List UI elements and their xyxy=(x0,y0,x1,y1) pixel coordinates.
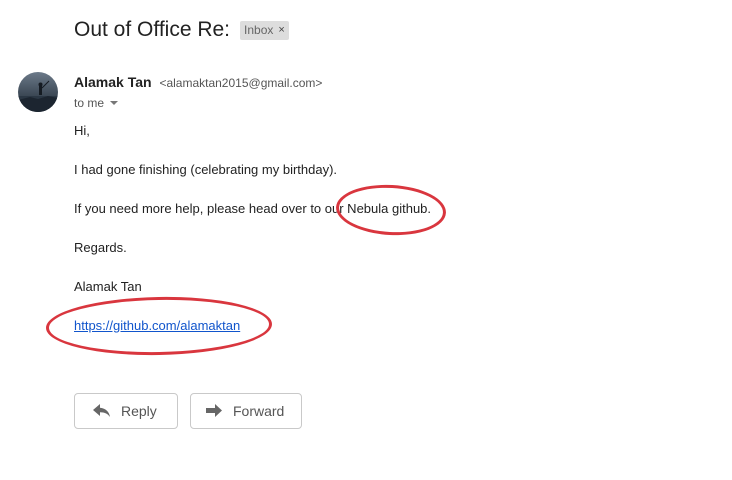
avatar[interactable] xyxy=(18,72,58,112)
annotation-circle-link xyxy=(45,295,273,357)
forward-button[interactable]: Forward xyxy=(190,393,302,429)
avatar-photo-icon xyxy=(18,72,58,112)
reply-icon xyxy=(93,404,111,418)
recipient-text: to me xyxy=(74,96,105,110)
sender-email: <alamaktan2015@gmail.com> xyxy=(159,76,323,90)
remove-label-icon[interactable]: × xyxy=(278,24,284,36)
subject-row: Out of Office Re: Inbox × xyxy=(74,18,289,42)
reply-label: Reply xyxy=(121,403,157,419)
annotation-circle-nebula xyxy=(334,182,448,238)
inbox-label-text: Inbox xyxy=(244,22,274,37)
email-subject: Out of Office Re: xyxy=(74,18,231,41)
forward-label: Forward xyxy=(233,403,285,419)
email-view: Out of Office Re: Inbox × Alamak Tan <al… xyxy=(0,0,732,480)
body-regards: Regards. xyxy=(74,240,127,255)
body-signature: Alamak Tan xyxy=(74,279,142,294)
chevron-down-icon[interactable] xyxy=(110,101,119,105)
sender-row: Alamak Tan <alamaktan2015@gmail.com> xyxy=(74,74,322,90)
body-line-1: I had gone finishing (celebrating my bir… xyxy=(74,162,338,177)
inbox-label-chip[interactable]: Inbox × xyxy=(240,20,289,40)
forward-icon xyxy=(205,404,223,418)
reply-button[interactable]: Reply xyxy=(74,393,178,429)
sender-name[interactable]: Alamak Tan xyxy=(74,74,152,90)
body-greeting: Hi, xyxy=(74,123,90,138)
recipient-details-toggle[interactable]: to me xyxy=(74,96,119,110)
